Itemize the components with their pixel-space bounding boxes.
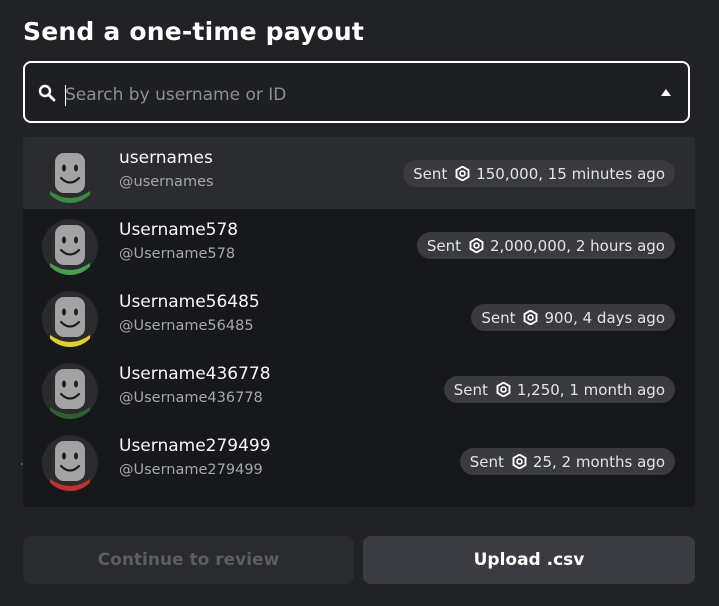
- sent-detail: 150,000, 15 minutes ago: [476, 164, 665, 183]
- sent-detail: 900, 4 days ago: [544, 308, 665, 327]
- robux-icon: [496, 381, 511, 398]
- result-row[interactable]: Username279499 @Username279499 Sent 25, 2 m…: [23, 425, 695, 497]
- result-row[interactable]: Username56485 @Username56485 Sent 900, 4 da…: [23, 281, 695, 353]
- username: usernames: [119, 148, 213, 168]
- results-dropdown: usernames @usernames Sent 150,000, 15 minut…: [23, 137, 695, 507]
- triangle-up-icon[interactable]: [661, 89, 671, 96]
- user-handle: @Username578: [119, 246, 236, 262]
- username: Username436778: [119, 364, 271, 384]
- user-handle: @Username279499: [119, 462, 263, 478]
- dialog-title: Send a one-time payout: [23, 17, 365, 46]
- sent-badge: Sent 150,000, 15 minutes ago: [403, 160, 675, 187]
- user-handle: @Username56485: [119, 318, 254, 334]
- sent-label: Sent: [413, 164, 448, 183]
- username: Username279499: [119, 436, 271, 456]
- sent-label: Sent: [426, 236, 461, 255]
- user-handle: @usernames: [119, 174, 214, 190]
- sent-badge: Sent 900, 4 days ago: [471, 304, 675, 331]
- result-row[interactable]: Username578 @Username578 Sent 2,000,000, 2 …: [23, 209, 695, 281]
- robux-icon: [455, 165, 470, 182]
- username: Username578: [119, 220, 239, 240]
- user-handle: @Username436778: [119, 390, 263, 406]
- sent-detail: 2,000,000, 2 hours ago: [489, 236, 665, 255]
- avatar: [42, 363, 98, 419]
- result-row[interactable]: Username436778 @Username436778 Sent 1,250, …: [23, 353, 695, 425]
- search-icon: [38, 84, 56, 102]
- robux-icon: [512, 453, 527, 470]
- upload-csv-button[interactable]: Upload .csv: [363, 536, 695, 584]
- sent-badge: Sent 2,000,000, 2 hours ago: [416, 232, 675, 259]
- search-combobox[interactable]: [23, 61, 690, 123]
- divider-dot: [21, 463, 23, 465]
- avatar: [42, 219, 98, 275]
- robux-icon: [469, 237, 484, 254]
- avatar: [42, 435, 98, 491]
- sent-label: Sent: [481, 308, 516, 327]
- sent-detail: 1,250, 1 month ago: [516, 380, 665, 399]
- sent-badge: Sent 1,250, 1 month ago: [443, 376, 675, 403]
- sent-label: Sent: [469, 452, 504, 471]
- sent-label: Sent: [453, 380, 488, 399]
- avatar: [42, 291, 98, 347]
- robux-icon: [523, 309, 538, 326]
- continue-to-review-button[interactable]: Continue to review: [23, 536, 354, 584]
- sent-detail: 25, 2 months ago: [532, 452, 665, 471]
- avatar: [42, 147, 98, 203]
- result-row[interactable]: usernames @usernames Sent 150,000, 15 minut…: [23, 137, 695, 209]
- search-input[interactable]: [63, 81, 627, 109]
- sent-badge: Sent 25, 2 months ago: [459, 448, 675, 475]
- text-cursor: [65, 85, 66, 106]
- username: Username56485: [119, 292, 260, 312]
